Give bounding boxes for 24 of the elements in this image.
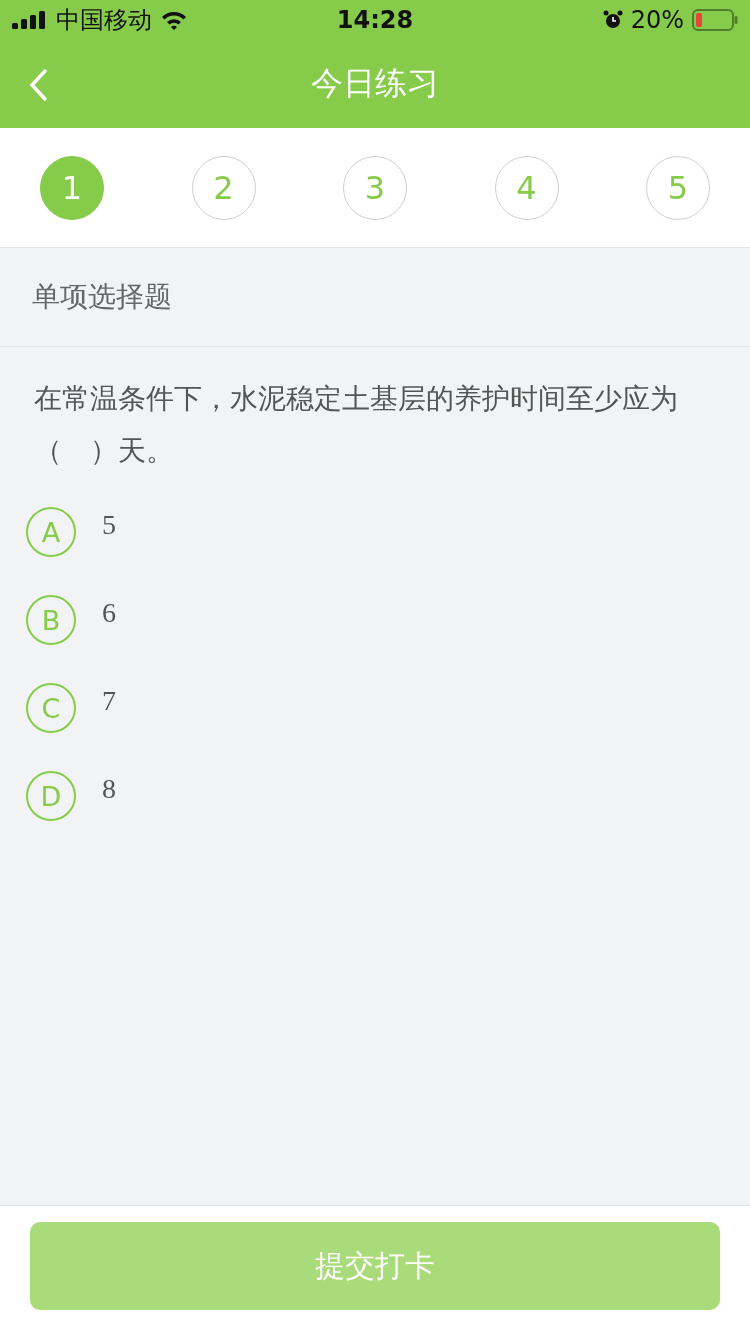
question-number-tab[interactable]: 2	[191, 155, 256, 220]
option-text[interactable]: 8	[102, 773, 116, 805]
option-text[interactable]: 5	[102, 509, 116, 541]
status-time: 14:28	[336, 6, 414, 34]
question-text: 在常温条件下，水泥稳定土基层的养护时间至少应为（ ）天。	[33, 381, 679, 469]
option-text[interactable]: 6	[102, 597, 116, 629]
question-number-tab[interactable]: 3	[343, 155, 407, 220]
option-text[interactable]: 7	[102, 685, 116, 717]
wifi-icon	[160, 10, 188, 30]
question-type: 单项选择题	[0, 248, 750, 347]
question-number-tab[interactable]: 4	[494, 155, 559, 220]
page-title: 今日练习	[311, 63, 439, 104]
option-letter[interactable]: C	[26, 683, 76, 733]
back-icon[interactable]	[28, 68, 48, 102]
alarm-icon	[602, 10, 623, 30]
option-letter[interactable]: A	[26, 507, 76, 557]
question-number-tab[interactable]: 1	[40, 155, 104, 220]
carrier-name: 中国移动	[56, 5, 152, 36]
battery-icon	[692, 9, 738, 31]
option-letter[interactable]: B	[26, 595, 76, 645]
signal-icon	[12, 11, 48, 29]
option-letter[interactable]: D	[26, 771, 76, 821]
question-number-tab[interactable]: 5	[646, 155, 710, 220]
battery-percent: 20%	[630, 6, 684, 34]
